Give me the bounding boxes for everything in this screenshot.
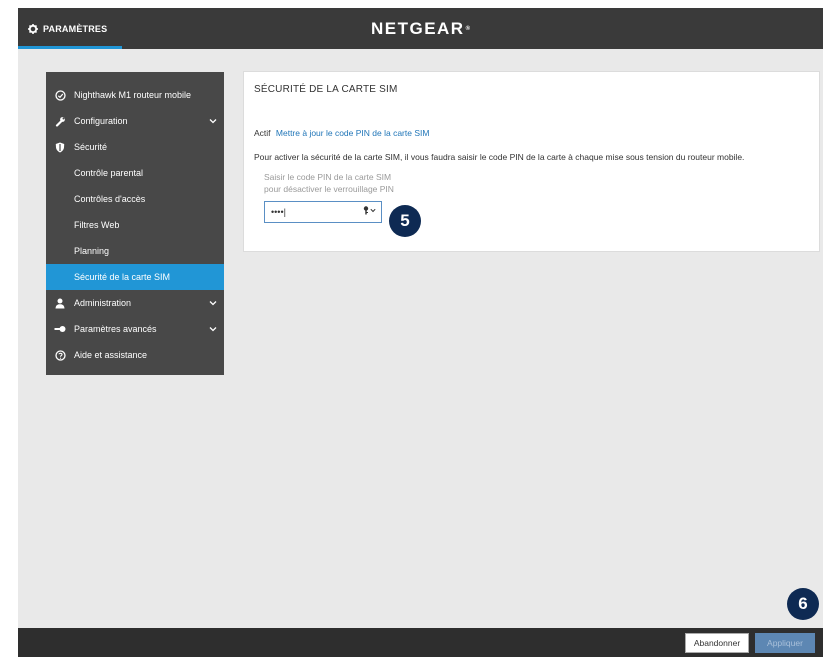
sidebar-item-label: Administration <box>74 298 132 308</box>
key-icon <box>46 325 74 333</box>
panel-description: Pour activer la sécurité de la carte SIM… <box>254 152 745 162</box>
sim-status-line: Actif Mettre à jour le code PIN de la ca… <box>254 128 809 138</box>
brand-logo: NETGEAR ® <box>18 8 823 49</box>
sidebar-item-planning[interactable]: Planning <box>46 238 224 264</box>
panel-title: SÉCURITÉ DE LA CARTE SIM <box>254 84 398 95</box>
sidebar-item-label: Nighthawk M1 routeur mobile <box>74 90 192 100</box>
pin-field-label: Saisir le code PIN de la carte SIM pour … <box>264 172 394 194</box>
update-pin-link[interactable]: Mettre à jour le code PIN de la carte SI… <box>276 128 430 138</box>
sidebar-item-controles-acces[interactable]: Contrôles d'accès <box>46 186 224 212</box>
wrench-icon <box>46 116 74 127</box>
sidebar-item-label: Contrôle parental <box>74 168 144 178</box>
password-reveal-toggle[interactable] <box>363 206 376 215</box>
step-badge-6: 6 <box>787 588 819 620</box>
sidebar-item-label: Sécurité <box>74 142 108 152</box>
sidebar-item-label: Planning <box>74 246 110 256</box>
sidebar-item-label: Configuration <box>74 116 128 126</box>
pin-field-wrapper <box>264 201 382 223</box>
brand-name: NETGEAR <box>370 18 465 38</box>
sidebar-item-administration[interactable]: Administration <box>46 290 224 316</box>
sidebar-item-configuration[interactable]: Configuration <box>46 108 224 134</box>
app-window: PARAMÈTRES NETGEAR ® Nighthawk M1 routeur… <box>18 8 823 657</box>
sidebar: Nighthawk M1 routeur mobile Configuratio… <box>46 72 224 375</box>
sidebar-item-nighthawk[interactable]: Nighthawk M1 routeur mobile <box>46 82 224 108</box>
dashboard-icon <box>46 89 74 101</box>
apply-button[interactable]: Appliquer <box>755 633 815 653</box>
sidebar-item-securite-sim[interactable]: Sécurité de la carte SIM <box>46 264 224 290</box>
sidebar-item-securite[interactable]: Sécurité <box>46 134 224 160</box>
footer-bar: Abandonner Appliquer <box>18 628 823 657</box>
chevron-down-icon <box>370 208 376 213</box>
sidebar-item-label: Filtres Web <box>74 220 120 230</box>
chevron-down-icon <box>202 300 224 306</box>
user-icon <box>46 298 74 309</box>
cancel-button[interactable]: Abandonner <box>685 633 749 653</box>
chevron-down-icon <box>202 326 224 332</box>
sidebar-item-parametres-avances[interactable]: Paramètres avancés <box>46 316 224 342</box>
sidebar-item-label: Paramètres avancés <box>74 324 157 334</box>
status-text: Actif <box>254 128 271 138</box>
sidebar-item-label: Sécurité de la carte SIM <box>74 272 171 282</box>
top-bar: PARAMÈTRES NETGEAR ® <box>18 8 823 49</box>
sim-security-panel: SÉCURITÉ DE LA CARTE SIM Actif Mettre à … <box>243 71 820 252</box>
step-badge-5: 5 <box>389 205 421 237</box>
brand-mark: ® <box>465 25 471 32</box>
help-icon <box>46 349 74 361</box>
key-icon <box>363 206 369 215</box>
sidebar-item-aide[interactable]: Aide et assistance <box>46 342 224 368</box>
sidebar-item-label: Aide et assistance <box>74 350 148 360</box>
sidebar-item-label: Contrôles d'accès <box>74 194 146 204</box>
sidebar-item-controle-parental[interactable]: Contrôle parental <box>46 160 224 186</box>
shield-icon <box>46 142 74 153</box>
sidebar-item-filtres-web[interactable]: Filtres Web <box>46 212 224 238</box>
chevron-down-icon <box>202 118 224 124</box>
